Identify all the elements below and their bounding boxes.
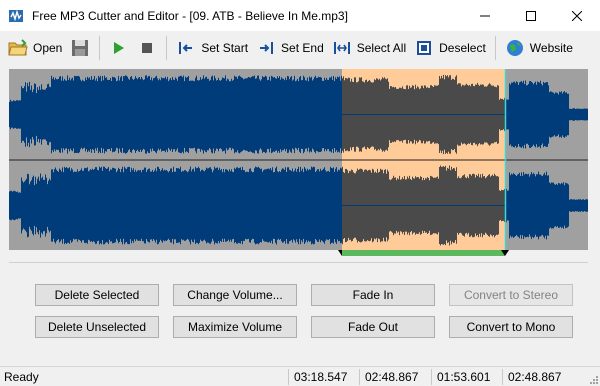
open-label: Open	[33, 41, 63, 55]
open-folder-icon	[8, 38, 28, 58]
delete-unselected-button[interactable]: Delete Unselected	[35, 316, 159, 338]
play-button[interactable]	[105, 35, 133, 61]
status-selection-start: 02:48.867	[365, 370, 419, 384]
open-button[interactable]: Open	[4, 35, 66, 61]
title-bar: Free MP3 Cutter and Editor - [09. ATB - …	[0, 0, 600, 31]
maximize-icon	[526, 10, 536, 21]
status-separator	[502, 369, 503, 385]
select-all-button[interactable]: Select All	[328, 35, 410, 61]
set-start-button[interactable]: Set Start	[172, 35, 252, 61]
website-button[interactable]: Website	[501, 35, 577, 61]
save-icon	[70, 38, 90, 58]
selection-progress-track	[9, 250, 588, 256]
delete-selected-button[interactable]: Delete Selected	[35, 284, 159, 306]
window-title: Free MP3 Cutter and Editor - [09. ATB - …	[32, 8, 348, 23]
maximize-button[interactable]	[508, 0, 554, 31]
play-icon	[109, 38, 129, 58]
fade-in-button[interactable]: Fade In	[311, 284, 435, 306]
set-start-label: Set Start	[201, 41, 249, 55]
website-label: Website	[529, 41, 573, 55]
set-start-icon	[176, 38, 196, 58]
status-total-length: 03:18.547	[294, 370, 348, 384]
waveform-view[interactable]	[9, 69, 588, 251]
maximize-volume-button[interactable]: Maximize Volume	[173, 316, 297, 338]
status-text: Ready	[4, 370, 39, 384]
status-separator	[431, 369, 432, 385]
set-end-icon	[256, 38, 276, 58]
status-selection-end: 02:48.867	[508, 370, 562, 384]
status-bar: Ready 03:18.547 02:48.867 01:53.601 02:4…	[0, 366, 600, 386]
minimize-button[interactable]	[462, 0, 508, 31]
stop-button[interactable]	[133, 35, 161, 61]
waveform-canvas[interactable]	[9, 69, 588, 251]
set-end-label: Set End	[281, 41, 324, 55]
deselect-icon	[414, 38, 434, 58]
divider	[9, 262, 588, 263]
close-button[interactable]	[554, 0, 600, 31]
toolbar: Open Set Start Set End Select All Desele…	[0, 31, 600, 65]
resize-grip-icon[interactable]	[588, 374, 598, 384]
deselect-button[interactable]: Deselect	[410, 35, 490, 61]
toolbar-separator	[494, 36, 496, 60]
change-volume-button[interactable]: Change Volume...	[173, 284, 297, 306]
select-all-label: Select All	[356, 41, 407, 55]
select-all-icon	[332, 38, 352, 58]
deselect-label: Deselect	[439, 41, 486, 55]
fade-out-button[interactable]: Fade Out	[311, 316, 435, 338]
globe-icon	[505, 38, 525, 58]
set-end-button[interactable]: Set End	[252, 35, 328, 61]
close-icon	[572, 10, 582, 21]
selection-progress-bar	[342, 250, 505, 256]
status-separator	[359, 369, 360, 385]
convert-to-stereo-button[interactable]: Convert to Stereo	[449, 284, 573, 306]
save-button[interactable]	[66, 35, 94, 61]
stop-icon	[137, 38, 157, 58]
toolbar-separator	[166, 36, 168, 60]
status-selection-length: 01:53.601	[437, 370, 491, 384]
status-separator	[288, 369, 289, 385]
minimize-icon	[480, 15, 490, 16]
app-icon	[9, 9, 23, 22]
convert-to-mono-button[interactable]: Convert to Mono	[449, 316, 573, 338]
toolbar-separator	[99, 36, 101, 60]
selection-end-marker[interactable]	[501, 250, 509, 256]
